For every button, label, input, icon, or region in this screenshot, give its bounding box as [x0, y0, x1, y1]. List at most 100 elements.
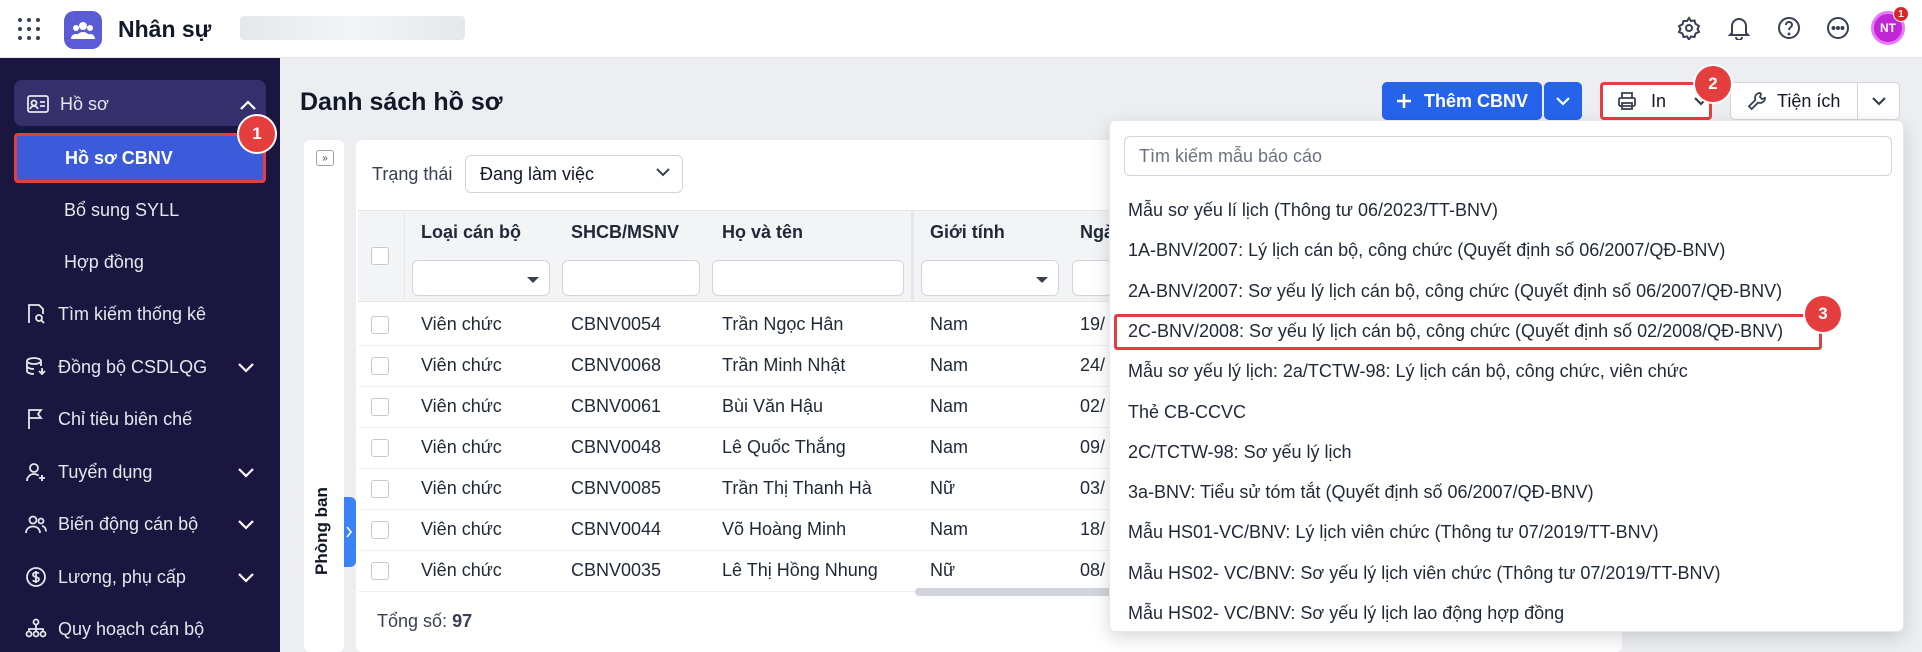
row-checkbox[interactable] [371, 562, 389, 580]
column-header-ho-va-ten[interactable]: Họ và tên [722, 222, 803, 243]
highlight-box [1114, 314, 1822, 350]
column-header-loai-can-bo[interactable]: Loại cán bộ [421, 222, 521, 243]
sidebar-item-luong-phu-cap[interactable]: Lương, phụ cấp [22, 557, 266, 597]
status-select[interactable]: Đang làm việc [465, 155, 683, 193]
sidebar-item-label: Lương, phụ cấp [58, 566, 186, 587]
apps-grid-icon[interactable] [18, 18, 40, 40]
row-divider [358, 509, 1118, 510]
sidebar-item-label: Quy hoạch cán bộ [58, 618, 205, 639]
sidebar-item-ho-so-cbnv[interactable]: Hồ sơ CBNV [14, 133, 266, 183]
step-marker-3: 3 [1803, 294, 1843, 334]
table-cell: CBNV0085 [571, 478, 662, 498]
plus-icon [1397, 94, 1411, 108]
row-divider [358, 550, 1118, 551]
sidebar-subitem-bo-sung-syll[interactable]: Bổ sung SYLL [64, 200, 179, 221]
utility-dropdown-button[interactable] [1858, 82, 1900, 120]
panel-resize-handle[interactable] [344, 497, 356, 567]
table-cell: Nam [930, 355, 969, 375]
sidebar-item-dong-bo-csdlqg[interactable]: Đồng bộ CSDLQG [22, 347, 266, 387]
row-checkbox[interactable] [371, 316, 389, 334]
sidebar-item-ho-so[interactable]: Hồ sơ [24, 84, 268, 124]
chevron-down-icon [238, 514, 254, 535]
table-cell: CBNV0048 [571, 437, 662, 457]
utility-button[interactable]: Tiện ích [1730, 82, 1858, 120]
table-cell: Nữ [930, 478, 956, 498]
column-header-shcb[interactable]: SHCB/MSNV [571, 222, 679, 243]
row-divider [358, 386, 1118, 387]
template-option[interactable]: Mẫu HS01-VC/BNV: Lý lịch viên chức (Thôn… [1128, 522, 1659, 543]
printer-icon [1618, 92, 1636, 110]
row-checkbox[interactable] [371, 439, 389, 457]
table-cell: 19/ [1080, 314, 1106, 334]
app-logo-icon [64, 11, 102, 49]
sidebar-item-label: Hồ sơ [60, 93, 109, 114]
column-header-gioi-tinh[interactable]: Giới tính [930, 222, 1005, 243]
table-cell: Trần Thị Thanh Hà [722, 478, 872, 498]
row-checkbox[interactable] [371, 521, 389, 539]
template-option[interactable]: Mẫu sơ yếu lí lịch (Thông tư 06/2023/TT-… [1128, 200, 1498, 221]
table-cell: 03/ [1080, 478, 1106, 498]
table-cell: 02/ [1080, 396, 1106, 416]
template-option[interactable]: Mẫu HS02- VC/BNV: Sơ yếu lý lịch lao độn… [1128, 603, 1564, 624]
sidebar-item-tim-kiem-thong-ke[interactable]: Tìm kiếm thống kê [22, 294, 266, 334]
settings-gear-icon[interactable] [1676, 15, 1702, 41]
print-label: In [1651, 90, 1667, 111]
help-icon[interactable] [1776, 15, 1802, 41]
sidebar-subitem-hop-dong[interactable]: Hợp đồng [64, 252, 144, 273]
add-cbnv-dropdown-button[interactable] [1544, 82, 1582, 120]
filter-gioi-tinh[interactable] [921, 260, 1059, 296]
filter-loai-can-bo[interactable] [412, 260, 550, 296]
sidebar-item-chi-tieu-bien-che[interactable]: Chỉ tiêu biên chế [22, 399, 266, 439]
template-option[interactable]: 1A-BNV/2007: Lý lịch cán bộ, công chức (… [1128, 240, 1725, 261]
table-cell: Nam [930, 437, 969, 457]
status-select-value: Đang làm việc [480, 163, 595, 184]
template-option[interactable]: Mẫu sơ yếu lý lịch: 2a/TCTW-98: Lý lịch … [1128, 361, 1688, 382]
sidebar-item-label: Đồng bộ CSDLQG [58, 356, 208, 377]
wrench-icon [1747, 92, 1766, 111]
table-cell: Trần Ngọc Hân [722, 314, 844, 334]
user-plus-icon [22, 460, 50, 484]
horizontal-scrollbar[interactable] [915, 588, 1115, 596]
sidebar-item-label: Biến động cán bộ [58, 513, 199, 534]
row-checkbox[interactable] [371, 357, 389, 375]
frozen-column-divider [911, 210, 914, 302]
top-bar: Nhân sự NT 1 [0, 0, 1922, 58]
template-option[interactable]: 2C/TCTW-98: Sơ yếu lý lịch [1128, 442, 1352, 463]
table-cell: Nữ [930, 560, 956, 580]
filter-ngay-sinh[interactable] [1072, 260, 1112, 296]
chevron-right-icon [346, 526, 353, 538]
sidebar-item-tuyen-dung[interactable]: Tuyển dụng [22, 452, 266, 492]
notification-bell-icon[interactable] [1726, 15, 1752, 41]
app-title: Nhân sự [118, 16, 212, 42]
row-divider [358, 427, 1118, 428]
template-search-input[interactable] [1124, 136, 1892, 176]
total-label: Tổng số: [377, 611, 448, 631]
chevron-down-icon [238, 462, 254, 483]
row-checkbox[interactable] [371, 480, 389, 498]
more-options-icon[interactable] [1825, 15, 1851, 41]
table-cell: Viên chức [421, 478, 502, 498]
table-cell: CBNV0035 [571, 560, 662, 580]
row-checkbox[interactable] [371, 398, 389, 416]
template-option[interactable]: Thẻ CB-CCVC [1128, 402, 1246, 423]
template-option[interactable]: 3a-BNV: Tiểu sử tóm tắt (Quyết định số 0… [1128, 482, 1594, 503]
add-cbnv-button[interactable]: Thêm CBNV [1382, 82, 1542, 120]
sidebar-item-label: Tìm kiếm thống kê [58, 303, 207, 324]
sidebar-item-bien-dong-can-bo[interactable]: Biến động cán bộ [22, 504, 266, 544]
filter-shcb[interactable] [562, 260, 700, 296]
select-all-checkbox[interactable] [371, 247, 389, 265]
chevron-down-icon [238, 357, 254, 378]
filter-ho-va-ten[interactable] [712, 260, 904, 296]
table-cell: CBNV0054 [571, 314, 662, 334]
table-cell: Lê Quốc Thắng [722, 437, 846, 457]
row-divider [358, 345, 1118, 346]
expand-panel-icon[interactable]: » [316, 150, 334, 166]
table-cell: Viên chức [421, 560, 502, 580]
money-icon [22, 565, 50, 589]
table-cell: Viên chức [421, 355, 502, 375]
sidebar-item-quy-hoach-can-bo[interactable]: Quy hoạch cán bộ [22, 609, 266, 649]
dropdown-triangle-icon [527, 277, 539, 283]
template-option[interactable]: 2A-BNV/2007: Sơ yếu lý lịch cán bộ, công… [1128, 281, 1782, 302]
template-option[interactable]: Mẫu HS02- VC/BNV: Sơ yếu lý lịch viên ch… [1128, 563, 1720, 584]
column-divider [404, 210, 405, 302]
